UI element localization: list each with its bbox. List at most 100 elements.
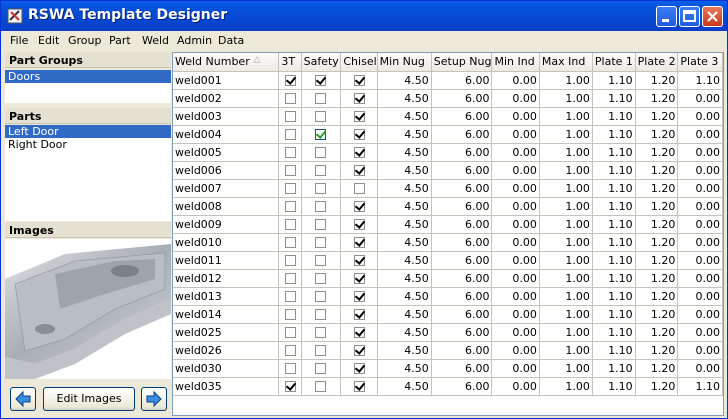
weld-number-cell[interactable]: weld005 (173, 143, 280, 162)
checkbox-cell[interactable] (301, 359, 342, 378)
checkbox-cell[interactable] (278, 179, 302, 198)
column-header[interactable]: Min Ind (491, 53, 540, 72)
menu-part[interactable]: Part (109, 34, 131, 47)
plate3-cell[interactable]: 0.00 (677, 125, 723, 144)
plate3-cell[interactable]: 0.00 (677, 341, 723, 360)
checkbox-cell[interactable] (278, 197, 302, 216)
checkbox-unchecked[interactable] (315, 165, 327, 176)
min-ind-cell[interactable]: 0.00 (491, 125, 540, 144)
column-header[interactable]: Setup Nug (431, 53, 493, 72)
checkbox-unchecked[interactable] (284, 309, 296, 320)
checkbox-unchecked[interactable] (315, 201, 327, 212)
checkbox-unchecked[interactable] (284, 147, 296, 158)
plate1-cell[interactable]: 1.10 (592, 305, 636, 324)
next-image-button[interactable] (141, 387, 167, 411)
plate1-cell[interactable]: 1.10 (592, 71, 636, 90)
checkbox-unchecked[interactable] (315, 327, 327, 338)
plate1-cell[interactable]: 1.10 (592, 233, 636, 252)
checkbox-unchecked[interactable] (315, 111, 327, 122)
plate3-cell[interactable]: 1.10 (677, 377, 723, 396)
weld-number-cell[interactable]: weld011 (173, 251, 280, 270)
checkbox-checked[interactable] (353, 381, 365, 392)
checkbox-cell[interactable] (301, 305, 342, 324)
checkbox-cell[interactable] (340, 71, 378, 90)
table-row[interactable]: weld001 4.50 6.00 0.00 1.00 1.10 1.20 1.10 (173, 71, 723, 90)
checkbox-cell[interactable] (278, 359, 302, 378)
checkbox-checked[interactable] (284, 381, 296, 392)
checkbox-unchecked[interactable] (284, 129, 296, 140)
min-ind-cell[interactable]: 0.00 (491, 107, 540, 126)
checkbox-unchecked[interactable] (315, 147, 327, 158)
menu-admin[interactable]: Admin (177, 34, 212, 47)
checkbox-unchecked[interactable] (284, 201, 296, 212)
checkbox-unchecked[interactable] (315, 381, 327, 392)
table-row[interactable]: weld011 4.50 6.00 0.00 1.00 1.10 1.20 0.00 (173, 251, 723, 270)
setup-nug-cell[interactable]: 6.00 (431, 323, 493, 342)
weld-number-cell[interactable]: weld012 (173, 269, 280, 288)
checkbox-cell[interactable] (301, 215, 342, 234)
plate3-cell[interactable]: 0.00 (677, 143, 723, 162)
checkbox-cell[interactable] (340, 341, 378, 360)
checkbox-cell[interactable] (278, 287, 302, 306)
min-ind-cell[interactable]: 0.00 (491, 287, 540, 306)
plate1-cell[interactable]: 1.10 (592, 143, 636, 162)
checkbox-unchecked[interactable] (284, 183, 296, 194)
weld-number-cell[interactable]: weld030 (173, 359, 280, 378)
max-ind-cell[interactable]: 1.00 (539, 125, 593, 144)
column-header[interactable]: Weld Number △ (173, 53, 280, 72)
min-ind-cell[interactable]: 0.00 (491, 161, 540, 180)
checkbox-cell[interactable] (301, 161, 342, 180)
plate2-cell[interactable]: 1.20 (635, 377, 679, 396)
checkbox-cell[interactable] (278, 323, 302, 342)
min-ind-cell[interactable]: 0.00 (491, 179, 540, 198)
column-header[interactable]: 3T (278, 53, 302, 72)
weld-number-cell[interactable]: weld025 (173, 323, 280, 342)
max-ind-cell[interactable]: 1.00 (539, 215, 593, 234)
menu-edit[interactable]: Edit (38, 34, 59, 47)
checkbox-cell[interactable] (301, 89, 342, 108)
plate2-cell[interactable]: 1.20 (635, 359, 679, 378)
plate2-cell[interactable]: 1.20 (635, 179, 679, 198)
min-ind-cell[interactable]: 0.00 (491, 305, 540, 324)
setup-nug-cell[interactable]: 6.00 (431, 359, 493, 378)
weld-number-cell[interactable]: weld010 (173, 233, 280, 252)
table-row[interactable]: weld013 4.50 6.00 0.00 1.00 1.10 1.20 0.00 (173, 287, 723, 306)
checkbox-unchecked[interactable] (315, 237, 327, 248)
weld-number-cell[interactable]: weld006 (173, 161, 280, 180)
table-row[interactable]: weld025 4.50 6.00 0.00 1.00 1.10 1.20 0.00 (173, 323, 723, 342)
plate3-cell[interactable]: 0.00 (677, 161, 723, 180)
min-nug-cell[interactable]: 4.50 (377, 107, 432, 126)
min-nug-cell[interactable]: 4.50 (377, 341, 432, 360)
checkbox-unchecked[interactable] (284, 237, 296, 248)
plate2-cell[interactable]: 1.20 (635, 323, 679, 342)
plate3-cell[interactable]: 0.00 (677, 251, 723, 270)
checkbox-cell[interactable] (278, 215, 302, 234)
min-ind-cell[interactable]: 0.00 (491, 269, 540, 288)
setup-nug-cell[interactable]: 6.00 (431, 269, 493, 288)
plate2-cell[interactable]: 1.20 (635, 161, 679, 180)
plate2-cell[interactable]: 1.20 (635, 197, 679, 216)
part-item[interactable]: Right Door (5, 138, 171, 151)
checkbox-cell[interactable] (340, 269, 378, 288)
column-header[interactable]: Plate 2 (635, 53, 679, 72)
min-nug-cell[interactable]: 4.50 (377, 143, 432, 162)
previous-image-button[interactable] (10, 387, 36, 411)
part-group-item[interactable]: Doors (5, 70, 171, 83)
setup-nug-cell[interactable]: 6.00 (431, 215, 493, 234)
weld-number-cell[interactable]: weld013 (173, 287, 280, 306)
min-ind-cell[interactable]: 0.00 (491, 323, 540, 342)
plate2-cell[interactable]: 1.20 (635, 125, 679, 144)
max-ind-cell[interactable]: 1.00 (539, 143, 593, 162)
checkbox-cell[interactable] (301, 377, 342, 396)
checkbox-cell[interactable] (340, 125, 378, 144)
setup-nug-cell[interactable]: 6.00 (431, 197, 493, 216)
menu-file[interactable]: File (10, 34, 28, 47)
max-ind-cell[interactable]: 1.00 (539, 323, 593, 342)
checkbox-cell[interactable] (340, 161, 378, 180)
checkbox-checked[interactable] (315, 75, 327, 86)
table-row[interactable]: weld026 4.50 6.00 0.00 1.00 1.10 1.20 0.00 (173, 341, 723, 360)
weld-number-cell[interactable]: weld009 (173, 215, 280, 234)
min-nug-cell[interactable]: 4.50 (377, 215, 432, 234)
checkbox-checked[interactable] (353, 345, 365, 356)
checkbox-unchecked[interactable] (284, 93, 296, 104)
